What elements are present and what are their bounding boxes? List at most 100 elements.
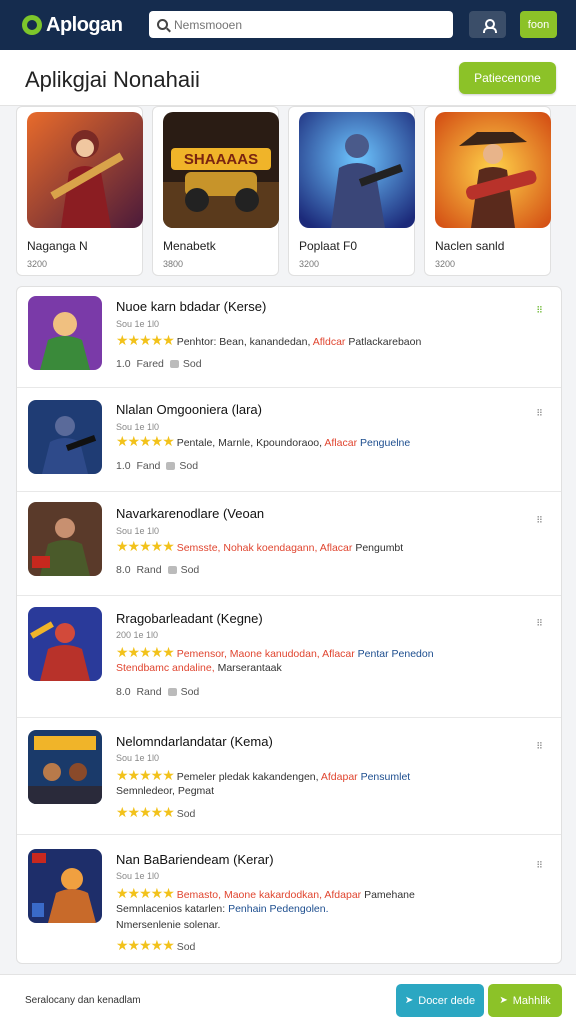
desc-text: Pemeler pledak kakandengen, <box>176 771 319 783</box>
app-description-line3: Nmersenlenie solenar. <box>116 919 221 931</box>
list-item[interactable]: Nlalan Omgooniera (lara) Sou 1e 1l0 ★★★★… <box>17 388 561 492</box>
app-description: ★★★★★ Semsste, Nohak koendagann, Aflacar… <box>116 538 403 555</box>
featured-name: Naganga N <box>27 239 88 253</box>
more-options-icon[interactable]: ⠿ <box>534 516 546 525</box>
foot-label: Rand <box>136 686 162 698</box>
list-item[interactable]: Nelomndarlandatar (Kema) Sou 1e 1l0 ★★★★… <box>17 718 561 835</box>
featured-card[interactable]: Poplaat F0 3200 <box>288 106 415 276</box>
game-thumbnail-vehicle-icon: SHAAAAS <box>163 112 279 228</box>
desc-text: Pemensor, Maone kanudodan, <box>176 648 320 660</box>
desc-accent: Aflacar <box>319 542 353 554</box>
app-footer: 8.0 Rand Sod <box>116 686 199 698</box>
featured-sub: 3800 <box>163 259 184 269</box>
list-item[interactable]: Navarkarenodlare (Veoan Sou 1e 1l0 ★★★★★… <box>17 492 561 596</box>
app-footer: 1.0 Fared Sod <box>116 358 202 370</box>
featured-carousel[interactable]: Naganga N 3200 SHAAAAS Menabetk 3800 Pop… <box>16 106 561 278</box>
desc-text: Marserantaak <box>217 662 282 674</box>
bottom-green-button[interactable]: ➤ Mahhlik <box>488 984 562 1017</box>
app-description: ★★★★★ Pemeler pledak kakandengen, Afdapa… <box>116 767 410 784</box>
rating-stars: ★★★★★ <box>116 885 175 901</box>
top-action-button[interactable]: foon <box>520 11 557 38</box>
like-icon[interactable] <box>169 360 179 369</box>
app-title[interactable]: Nlalan Omgooniera (lara) <box>116 402 262 417</box>
search-input[interactable] <box>174 17 445 32</box>
bottom-bar: Seralocany dan kenadlam ➤ Docer dede ➤ Mah… <box>0 974 576 1024</box>
logo-text: Aplogan <box>46 13 123 36</box>
app-thumbnail-icon <box>28 730 102 804</box>
app-meta: 200 1e 1l0 <box>116 630 159 640</box>
app-meta: Sou 1e 1l0 <box>116 422 160 432</box>
account-button[interactable] <box>469 11 506 38</box>
rating-stars: ★★★★★ <box>116 538 175 554</box>
app-title[interactable]: Nuoe karn bdadar (Kerse) <box>116 299 266 314</box>
featured-card[interactable]: Naganga N 3200 <box>16 106 143 276</box>
app-footer: 1.0 Fand Sod <box>116 460 198 472</box>
desc-text: Pentar Penedon <box>357 648 434 660</box>
bottom-blue-button-label: Docer dede <box>418 994 476 1007</box>
featured-name: Naclen sanld <box>435 239 505 253</box>
more-options-icon[interactable]: ⠿ <box>534 306 546 315</box>
app-logo[interactable]: Aplogan <box>22 14 123 37</box>
more-options-icon[interactable]: ⠿ <box>534 409 546 418</box>
desc-text: Pamehane <box>364 889 415 901</box>
app-meta: Sou 1e 1l0 <box>116 753 160 763</box>
more-options-icon[interactable]: ⠿ <box>534 619 546 628</box>
desc-accent: Stendbamc andaline, <box>116 662 215 674</box>
rating-stars: ★★★★★ <box>116 433 175 449</box>
app-description: ★★★★★ Penhtor: Bean, kanandedan, Afldcar… <box>116 332 421 349</box>
more-options-icon[interactable]: ⠿ <box>534 742 546 751</box>
app-title[interactable]: Rragobarleadant (Kegne) <box>116 611 263 626</box>
list-item[interactable]: Nuoe karn bdadar (Kerse) Sou 1e 1l0 ★★★★… <box>17 287 561 388</box>
list-item[interactable]: Rragobarleadant (Kegne) 200 1e 1l0 ★★★★★… <box>17 596 561 718</box>
rating-stars: ★★★★★ <box>116 644 175 660</box>
rating-stars: ★★★★★ <box>116 804 175 820</box>
desc-link[interactable]: Penhain Pedengolen. <box>228 903 328 915</box>
desc-accent: Afldcar <box>312 336 346 348</box>
app-title[interactable]: Nan BaBariendeam (Kerar) <box>116 852 274 867</box>
featured-card[interactable]: Naclen sanld 3200 <box>424 106 551 276</box>
desc-text: Pensumlet <box>360 771 411 783</box>
page-title: Aplikgjai Nonahaii <box>25 67 200 92</box>
app-list: Nuoe karn bdadar (Kerse) Sou 1e 1l0 ★★★★… <box>16 286 562 964</box>
desc-accent: Aflacar <box>324 437 358 449</box>
app-description: ★★★★★ Pentale, Marnle, Kpoundoraoo, Afla… <box>116 433 410 450</box>
game-thumbnail-warrior-icon <box>27 112 143 228</box>
logo-icon <box>22 15 42 35</box>
list-item[interactable]: Nan BaBariendeam (Kerar) Sou 1e 1l0 ★★★★… <box>17 835 561 963</box>
foot-label: Sod <box>180 564 200 576</box>
featured-sub: 3200 <box>299 259 320 269</box>
like-icon[interactable] <box>167 566 177 575</box>
bottom-blue-button[interactable]: ➤ Docer dede <box>396 984 484 1017</box>
desc-accent: Aflacar <box>322 648 355 660</box>
featured-name: Poplaat F0 <box>299 239 358 253</box>
foot-label: Rand <box>136 564 162 576</box>
app-thumbnail-icon <box>28 607 102 681</box>
app-footer: ★★★★★ Sod <box>116 937 195 954</box>
like-icon[interactable] <box>166 462 176 471</box>
app-footer: ★★★★★ Sod <box>116 804 195 821</box>
app-description-line2: Semnlacenios katarlen: Penhain Pedengole… <box>116 903 329 915</box>
featured-sub: 3200 <box>435 259 456 269</box>
app-title[interactable]: Navarkarenodlare (Veoan <box>116 506 264 521</box>
app-footer: 8.0 Rand Sod <box>116 564 199 576</box>
foot-label: Fand <box>136 460 161 472</box>
search-bar[interactable] <box>149 11 453 38</box>
app-title[interactable]: Nelomndarlandatar (Kema) <box>116 734 273 749</box>
like-icon[interactable] <box>167 688 177 697</box>
desc-text: Penguelne <box>360 437 411 449</box>
header-action-button[interactable]: Patiecenone <box>459 62 556 94</box>
foot-label: Sod <box>180 686 200 698</box>
bottom-status-text: Seralocany dan kenadlam <box>25 995 141 1006</box>
app-thumbnail-icon <box>28 502 102 576</box>
app-thumbnail-icon <box>28 400 102 474</box>
arrow-icon: ➤ <box>499 995 508 1006</box>
foot-label: Sod <box>176 941 196 953</box>
featured-card[interactable]: SHAAAAS Menabetk 3800 <box>152 106 279 276</box>
page-header: Aplikgjai Nonahaii Patiecenone <box>0 50 576 106</box>
more-options-icon[interactable]: ⠿ <box>534 861 546 870</box>
desc-accent: Afdapar <box>320 771 358 783</box>
app-thumbnail-icon <box>28 296 102 370</box>
desc-text: Patlackarebaon <box>348 336 422 348</box>
foot-label: Sod <box>182 358 202 370</box>
foot-label: Sod <box>179 460 199 472</box>
